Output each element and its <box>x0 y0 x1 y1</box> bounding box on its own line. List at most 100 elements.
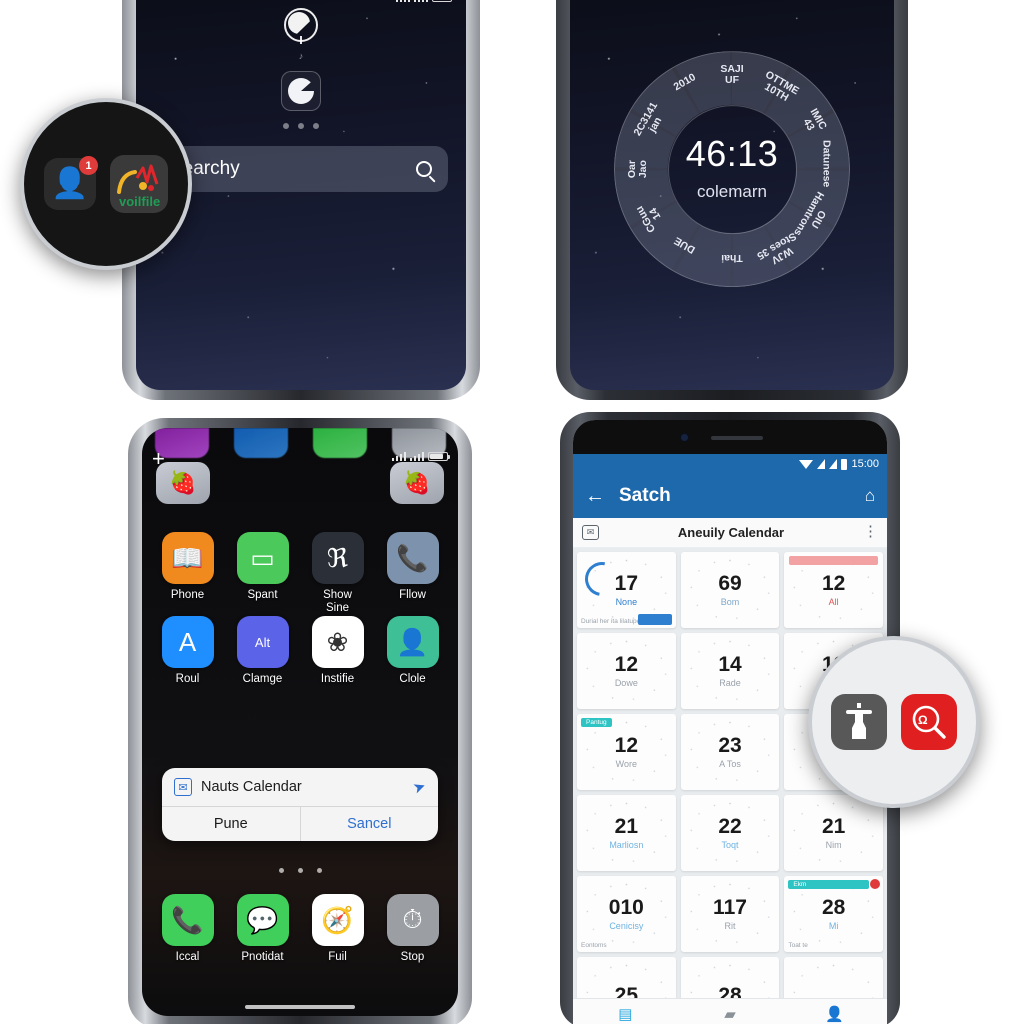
folder-icon-right[interactable]: 🍓 <box>390 462 444 504</box>
app-label: Fllow <box>399 589 426 601</box>
sub-header-title: Aneuily Calendar <box>677 525 785 540</box>
contact-person-icon[interactable]: 👤 1 <box>44 156 98 210</box>
alert-confirm-button[interactable]: Pune <box>162 807 301 841</box>
app-icon-iccal[interactable]: 📞 Iccal <box>150 894 225 964</box>
app-label: Stop <box>400 951 425 963</box>
envelope-icon[interactable]: ✉ <box>582 525 599 540</box>
bottle-tool-icon[interactable] <box>831 694 887 750</box>
app-icon-stop[interactable]: ⏱ Stop <box>375 894 450 964</box>
back-arrow-icon[interactable]: ← <box>585 486 605 506</box>
signal-icon-2 <box>829 459 838 469</box>
person-nav-icon[interactable]: 👤 <box>782 999 887 1024</box>
alert-header: ✉ Nauts Calendar ➤ <box>162 768 438 806</box>
app-icon-clole[interactable]: 👤 Clole <box>375 616 450 686</box>
calendar-card[interactable]: 010 Cenicisy Eontoms <box>577 876 676 952</box>
calendar-nav-icon[interactable]: ▤ <box>573 999 678 1024</box>
magnifier-glyph: Ω <box>912 705 946 739</box>
magnifier-search-icon[interactable]: Ω <box>901 694 957 750</box>
calendar-card[interactable] <box>784 957 883 998</box>
radial-dial[interactable]: SAJI UF OTTME 10TH IMIC 43 Datunese OIU Hamt… <box>614 51 850 288</box>
card-caption: All <box>828 597 839 607</box>
alt-dial-icon: Alt <box>236 616 289 668</box>
app-icon-fllow[interactable]: 📞 Fllow <box>375 532 450 615</box>
card-caption: None <box>615 597 638 607</box>
app-icon-spant[interactable]: ▭ Spant <box>225 532 300 615</box>
search-input[interactable]: Searchy <box>154 146 448 192</box>
card-caption: A Tos <box>719 759 741 769</box>
calendar-card[interactable]: 25 <box>577 957 676 998</box>
calendar-card[interactable]: 28 <box>680 957 780 998</box>
card-number: 12 <box>821 572 846 595</box>
app-icon-fuil[interactable]: 🧭 Fuil <box>300 894 375 964</box>
card-action-button[interactable] <box>637 614 672 625</box>
card-caption: Cenicisy <box>609 921 644 931</box>
card-number: 12 <box>614 734 638 757</box>
search-icon[interactable] <box>416 161 432 177</box>
app-label: Phone <box>170 589 205 601</box>
card-number: 12 <box>614 653 638 676</box>
chat-icon: 💬 <box>236 894 289 946</box>
colorful-app-icon[interactable]: voilfile <box>110 155 168 213</box>
calendar-card[interactable]: 23 A Tos <box>680 714 780 790</box>
safari-icon: 🧭 <box>311 894 364 946</box>
card-caption: Nim <box>825 840 842 850</box>
status-pill <box>789 556 878 565</box>
app-icon-cut-2[interactable] <box>233 428 288 458</box>
app-icon-cut-3[interactable] <box>312 428 367 458</box>
card-number: 010 <box>608 896 644 919</box>
app-icon-roul[interactable]: A Roul <box>150 616 225 686</box>
signal-icon-2 <box>414 0 428 2</box>
calendar-card[interactable]: 117 Rit <box>680 876 780 952</box>
app-icon-phone[interactable]: 📖 Phone <box>150 532 225 615</box>
app-label: Show Sine <box>323 589 352 615</box>
card-number: 25 <box>614 983 638 999</box>
calendar-card[interactable]: 14 Rade <box>680 633 780 709</box>
overflow-menu-icon[interactable]: ⋮ <box>863 524 878 538</box>
widget-column: ♪ <box>136 8 466 129</box>
app-store-icon: A <box>161 616 214 668</box>
app-icon-pnotidat[interactable]: 💬 Pnotidat <box>225 894 300 964</box>
calendar-alert-dialog[interactable]: ✉ Nauts Calendar ➤ Pune Sancel <box>162 768 438 841</box>
home-page-dots[interactable] <box>142 868 458 873</box>
calendar-card[interactable]: 21 Marliosn <box>577 795 676 871</box>
photos-icon: ❀ <box>311 616 364 668</box>
app-label: Clamge <box>242 673 283 685</box>
calendar-card[interactable]: 12 Dowe <box>577 633 676 709</box>
home-indicator[interactable] <box>245 1005 355 1009</box>
card-number: 23 <box>718 734 742 757</box>
battery-icon <box>432 0 452 2</box>
battery-icon <box>428 452 450 461</box>
page-dots <box>283 123 319 129</box>
calendar-card[interactable]: 12 All <box>784 552 883 628</box>
dial-label: colemarn <box>697 182 767 202</box>
app-bar-title: Satch <box>619 485 671 506</box>
briefcase-nav-icon[interactable]: ▰ <box>678 999 783 1024</box>
card-number: 21 <box>821 815 846 838</box>
pie-circle-widget[interactable] <box>281 71 321 111</box>
calendar-card[interactable]: Pantug 12 Wore <box>577 714 676 790</box>
calendar-card[interactable]: 22 Toqt <box>680 795 780 871</box>
status-badge: Pantug <box>581 718 612 727</box>
calendar-card[interactable]: 21 Nim <box>784 795 883 871</box>
app-label: Iccal <box>175 951 200 963</box>
card-caption: Wore <box>615 759 637 769</box>
bookmark-icon[interactable]: ⌂ <box>865 486 875 506</box>
app-grid-row-2: A Roul Alt Clamge ❀ Instifie 👤 Clole <box>150 616 450 686</box>
app-icon-clamge[interactable]: Alt Clamge <box>225 616 300 686</box>
alert-cancel-button[interactable]: Sancel <box>301 807 439 841</box>
send-icon[interactable]: ➤ <box>411 776 429 797</box>
status-bar-ios-home <box>392 452 450 461</box>
calendar-card[interactable]: 17 None Durial her ita lilatupesis <box>577 552 676 628</box>
svg-text:voilfile: voilfile <box>119 194 160 209</box>
card-caption: Marliosn <box>609 840 644 850</box>
app-icon-instifie[interactable]: ❀ Instifie <box>300 616 375 686</box>
bottom-nav-bar: ▤ ▰ 👤 <box>573 998 887 1024</box>
calendar-card[interactable]: 69 Bom <box>680 552 780 628</box>
book-icon: 📖 <box>161 532 214 584</box>
app-icon-show-sine[interactable]: ℜ Show Sine <box>300 532 375 615</box>
wifi-icon <box>799 459 814 469</box>
signal-icon <box>396 0 410 2</box>
folder-icon-left[interactable]: 🍓 <box>156 462 210 504</box>
moon-phase-icon[interactable] <box>284 8 318 42</box>
calendar-card[interactable]: Ekm 28 Mi Toat te <box>784 876 883 952</box>
